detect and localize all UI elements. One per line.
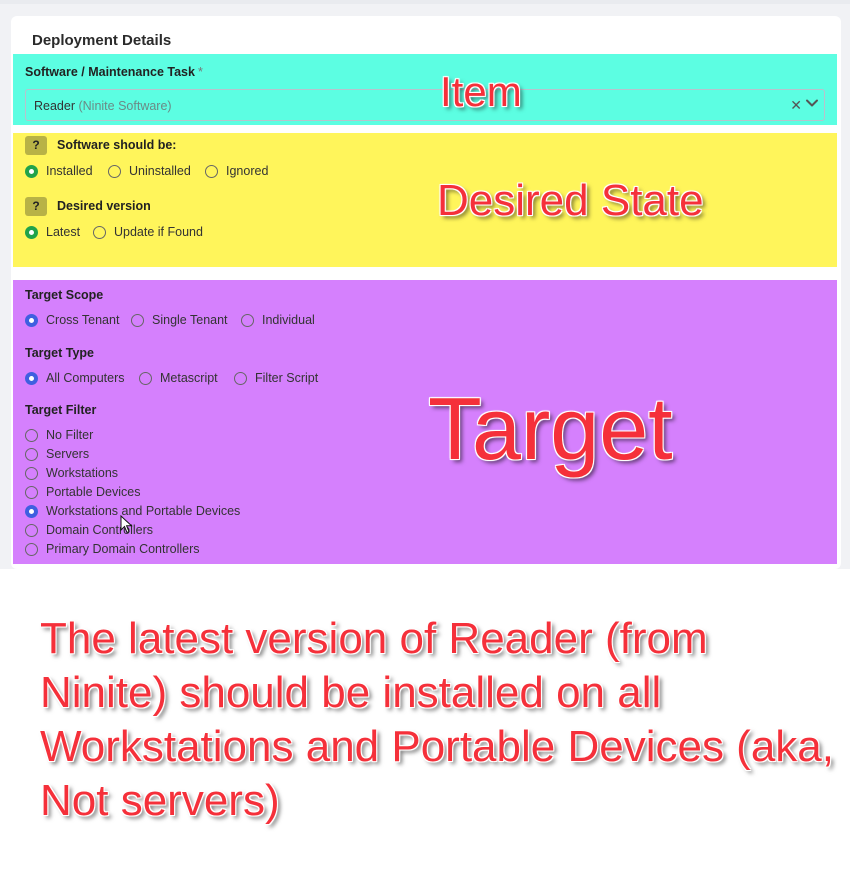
card-title: Deployment Details xyxy=(32,32,172,49)
software-task-label-text: Software / Maintenance Task xyxy=(25,65,195,79)
desired-version-label: Desired version xyxy=(57,199,151,213)
radio-circle-selected xyxy=(25,371,38,385)
radio-all-computers[interactable]: All Computers xyxy=(25,370,125,386)
chevron-down-icon[interactable] xyxy=(804,95,820,111)
required-mark: * xyxy=(197,65,203,79)
radio-circle xyxy=(25,542,38,556)
radio-label: Update if Found xyxy=(114,225,203,239)
radio-cross-tenant[interactable]: Cross Tenant xyxy=(25,312,119,328)
annotation-target: Target xyxy=(428,379,673,478)
select-value-name: Reader xyxy=(34,99,75,113)
radio-filter-script[interactable]: Filter Script xyxy=(234,370,318,386)
radio-label: All Computers xyxy=(46,371,125,385)
radio-label: Ignored xyxy=(226,164,269,178)
radio-label: Workstations and Portable Devices xyxy=(46,504,241,518)
radio-circle-selected xyxy=(25,504,38,518)
radio-label: Cross Tenant xyxy=(46,313,120,327)
radio-label: Servers xyxy=(46,447,90,461)
radio-label: Single Tenant xyxy=(152,313,228,327)
radio-label: Filter Script xyxy=(255,371,319,385)
radio-label: Domain Controllers xyxy=(46,523,153,537)
radio-update-if-found[interactable]: Update if Found xyxy=(93,224,203,240)
radio-metascript[interactable]: Metascript xyxy=(139,370,218,386)
radio-latest[interactable]: Latest xyxy=(25,224,80,240)
annotation-desired-state: Desired State xyxy=(437,176,704,225)
radio-servers[interactable]: Servers xyxy=(25,446,89,462)
radio-primary-domain-controllers[interactable]: Primary Domain Controllers xyxy=(25,541,200,557)
software-task-label: Software / Maintenance Task * xyxy=(25,65,203,79)
radio-single-tenant[interactable]: Single Tenant xyxy=(131,312,228,328)
select-value: Reader (Ninite Software) xyxy=(34,99,172,113)
annotation-item: Item xyxy=(440,68,522,115)
radio-workstations[interactable]: Workstations xyxy=(25,465,118,481)
radio-circle xyxy=(139,371,152,385)
radio-label: Workstations xyxy=(46,466,119,480)
radio-circle xyxy=(25,447,38,461)
radio-circle xyxy=(25,428,38,442)
select-value-source: (Ninite Software) xyxy=(78,99,172,113)
radio-circle xyxy=(131,313,144,327)
radio-label: No Filter xyxy=(46,428,94,442)
radio-circle xyxy=(25,523,38,537)
radio-circle-selected xyxy=(25,313,38,327)
radio-portable-devices[interactable]: Portable Devices xyxy=(25,484,141,500)
radio-circle xyxy=(25,466,38,480)
radio-label: Individual xyxy=(262,313,315,327)
radio-label: Portable Devices xyxy=(46,485,141,499)
radio-uninstalled[interactable]: Uninstalled xyxy=(108,163,191,179)
close-icon[interactable]: ✕ xyxy=(790,97,802,114)
radio-ignored[interactable]: Ignored xyxy=(205,163,268,179)
radio-label: Installed xyxy=(46,164,93,178)
radio-label: Metascript xyxy=(160,371,218,385)
radio-circle-selected xyxy=(25,164,38,178)
software-task-select[interactable]: Reader (Ninite Software) ✕ xyxy=(25,89,825,121)
radio-circle xyxy=(108,164,121,178)
radio-circle xyxy=(93,225,106,239)
radio-circle-selected xyxy=(25,225,38,239)
radio-label: Uninstalled xyxy=(129,164,191,178)
help-badge-version[interactable]: ? xyxy=(25,197,47,216)
radio-circle xyxy=(25,485,38,499)
target-type-label: Target Type xyxy=(25,346,94,360)
radio-circle xyxy=(234,371,247,385)
software-should-be-label: Software should be: xyxy=(57,138,177,152)
target-scope-label: Target Scope xyxy=(25,288,104,302)
radio-circle xyxy=(241,313,254,327)
radio-no-filter[interactable]: No Filter xyxy=(25,427,93,443)
radio-circle xyxy=(205,164,218,178)
radio-label: Latest xyxy=(46,225,81,239)
radio-label: Primary Domain Controllers xyxy=(46,542,200,556)
mouse-cursor-icon xyxy=(120,515,133,534)
help-badge-software[interactable]: ? xyxy=(25,136,47,155)
target-filter-label: Target Filter xyxy=(25,403,97,417)
radio-installed[interactable]: Installed xyxy=(25,163,93,179)
radio-individual[interactable]: Individual xyxy=(241,312,315,328)
annotation-summary: The latest version of Reader (from Ninit… xyxy=(40,614,834,825)
